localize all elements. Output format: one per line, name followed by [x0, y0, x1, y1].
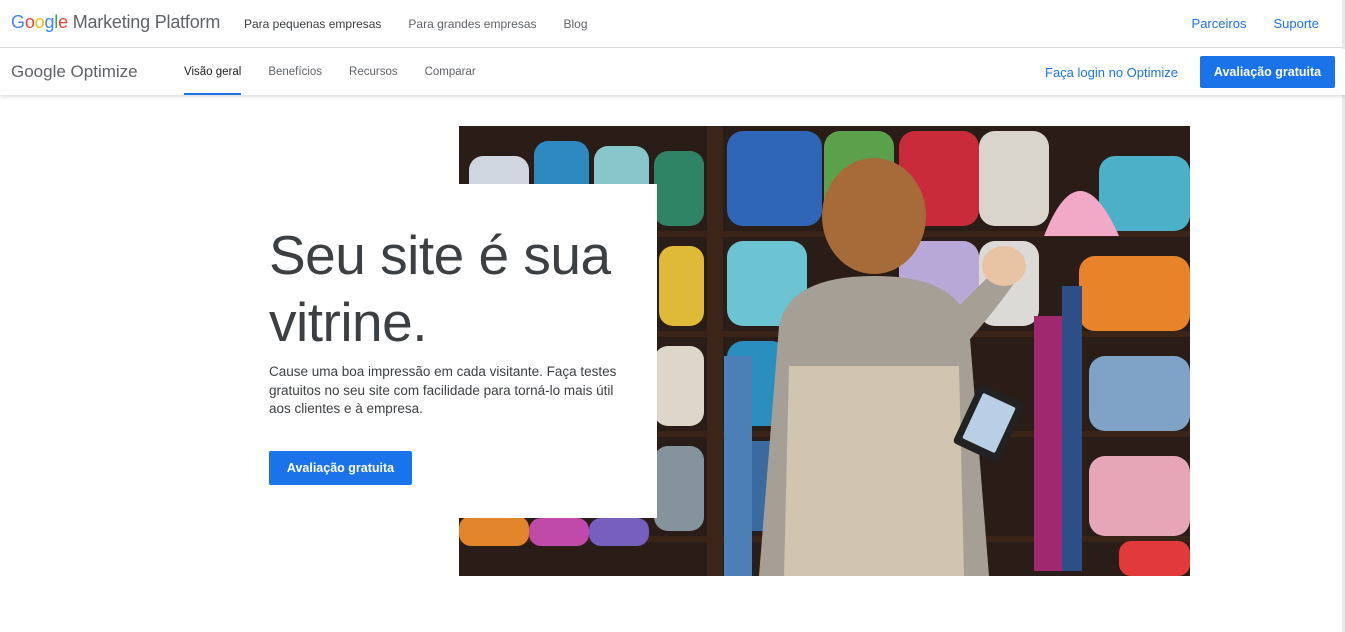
google-optimize-logo[interactable]: Google Optimize — [11, 62, 138, 82]
partners-link[interactable]: Parceiros — [1192, 16, 1247, 31]
nav-small-business-link[interactable]: Para pequenas empresas — [244, 17, 381, 31]
hero-title-line2: vitrine. — [269, 291, 428, 353]
free-trial-button-header[interactable]: Avaliação gratuita — [1200, 56, 1335, 88]
hero-card: Seu site é sua vitrine. Cause uma boa im… — [224, 184, 657, 518]
top-nav: Para pequenas empresas Para grandes empr… — [244, 17, 615, 31]
logo-letter: G — [11, 12, 25, 32]
tab-compare[interactable]: Comparar — [425, 49, 476, 95]
nav-blog-link[interactable]: Blog — [564, 17, 588, 31]
google-marketing-platform-logo[interactable]: Google Marketing Platform — [11, 12, 220, 33]
hero-title: Seu site é sua vitrine. — [269, 222, 611, 356]
product-navigation-bar: Google Optimize Visão geral Benefícios R… — [0, 49, 1345, 95]
nav-enterprise-link[interactable]: Para grandes empresas — [408, 17, 536, 31]
tab-features[interactable]: Recursos — [349, 49, 398, 95]
logo-letter: o — [34, 12, 45, 32]
login-optimize-link[interactable]: Faça login no Optimize — [1045, 65, 1178, 80]
logo-letter: o — [24, 12, 35, 32]
logo-letter: g — [44, 12, 55, 32]
tab-overview[interactable]: Visão geral — [184, 49, 242, 95]
tab-benefits[interactable]: Benefícios — [268, 49, 322, 95]
product-tabs: Visão geral Benefícios Recursos Comparar — [184, 49, 503, 95]
hero-title-line1: Seu site é sua — [269, 224, 611, 286]
logo-letter: e — [58, 12, 68, 32]
support-link[interactable]: Suporte — [1273, 16, 1319, 31]
top-navigation-bar: Google Marketing Platform Para pequenas … — [0, 0, 1345, 48]
free-trial-button-hero[interactable]: Avaliação gratuita — [269, 451, 412, 485]
hero-description: Cause uma boa impressão em cada visitant… — [269, 364, 617, 416]
brand-name: Marketing Platform — [72, 12, 221, 32]
top-right-links: Parceiros Suporte — [1165, 16, 1319, 31]
